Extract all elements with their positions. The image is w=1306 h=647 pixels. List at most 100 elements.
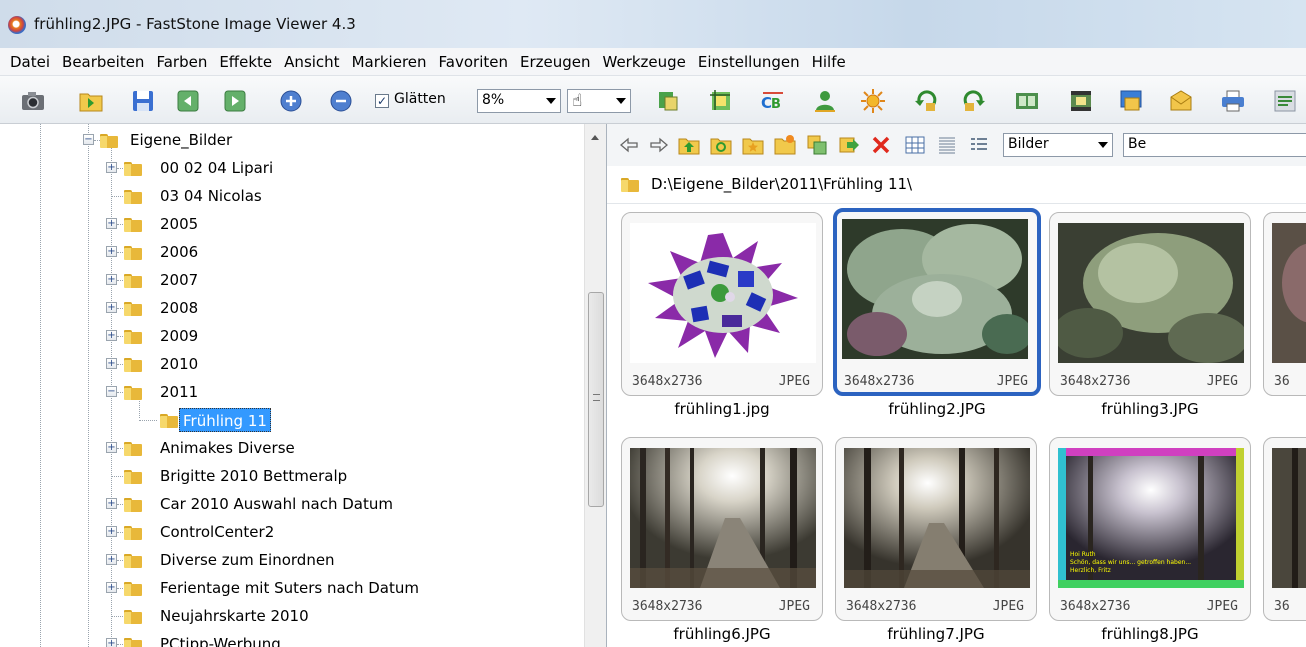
expand-icon[interactable]: + xyxy=(106,526,117,537)
zoom-out-icon[interactable] xyxy=(328,88,354,114)
tree-scrollbar[interactable] xyxy=(584,124,606,647)
move-to-icon[interactable] xyxy=(837,133,861,157)
thumbnail-card[interactable]: 3648x2736 JPEG xyxy=(835,437,1037,621)
details-view-icon[interactable] xyxy=(967,133,991,157)
thumbnail-filename[interactable]: frühling7.JPG xyxy=(835,625,1037,643)
expand-icon[interactable]: + xyxy=(106,498,117,509)
tree-node[interactable]: + 2007 xyxy=(0,267,580,295)
tree-node[interactable]: Brigitte 2010 Bettmeralp xyxy=(0,463,580,491)
compare-icon[interactable] xyxy=(1014,88,1040,114)
tree-node[interactable]: 03 04 Nicolas xyxy=(0,183,580,211)
menu-bearbeiten[interactable]: Bearbeiten xyxy=(56,48,150,76)
sun-effect-icon[interactable] xyxy=(860,88,886,114)
delete-icon[interactable] xyxy=(869,133,893,157)
expand-icon[interactable]: + xyxy=(106,162,117,173)
next-image-icon[interactable] xyxy=(222,88,248,114)
smooth-checkbox[interactable]: ✓ xyxy=(375,94,389,108)
expand-icon[interactable]: + xyxy=(106,274,117,285)
thumbnail-filename[interactable]: frühling1.jpg xyxy=(621,400,823,418)
settings-icon[interactable] xyxy=(1272,88,1298,114)
copy-to-icon[interactable] xyxy=(805,133,829,157)
thumbnail-card-selected[interactable]: 3648x2736 JPEG xyxy=(833,208,1041,396)
thumbnail-card[interactable]: Hoi Ruth Schön, dass wir uns... getroffe… xyxy=(1049,437,1251,621)
expand-icon[interactable]: + xyxy=(106,246,117,257)
menu-hilfe[interactable]: Hilfe xyxy=(806,48,852,76)
tree-node[interactable]: + PCtipp-Werbung xyxy=(0,631,580,647)
folder-tree[interactable]: − Eigene_Bilder + 00 02 04 Lipari 03 04 … xyxy=(0,124,606,647)
tree-node[interactable]: + 2005 xyxy=(0,211,580,239)
tree-node[interactable]: + Car 2010 Auswahl nach Datum xyxy=(0,491,580,519)
expand-icon[interactable]: + xyxy=(106,582,117,593)
tree-node[interactable]: Neujahrskarte 2010 xyxy=(0,603,580,631)
previous-image-icon[interactable] xyxy=(175,88,201,114)
collapse-icon[interactable]: − xyxy=(83,134,94,145)
path-bar[interactable]: D:\Eigene_Bilder\2011\Frühling 11\ xyxy=(607,166,1306,204)
menu-datei[interactable]: Datei xyxy=(4,48,56,76)
menu-favoriten[interactable]: Favoriten xyxy=(433,48,514,76)
menu-markieren[interactable]: Markieren xyxy=(346,48,433,76)
save-icon[interactable] xyxy=(130,88,156,114)
filter-select[interactable]: Bilder xyxy=(1003,133,1113,157)
tree-node[interactable]: + 00 02 04 Lipari xyxy=(0,155,580,183)
new-folder-icon[interactable] xyxy=(773,133,797,157)
expand-icon[interactable]: + xyxy=(106,302,117,313)
zoom-in-icon[interactable] xyxy=(278,88,304,114)
menu-einstellungen[interactable]: Einstellungen xyxy=(692,48,806,76)
scroll-up-icon[interactable] xyxy=(591,135,599,140)
thumbnail-card-partial[interactable]: 36 xyxy=(1263,437,1306,621)
scroll-thumb[interactable] xyxy=(588,292,604,507)
tree-node-selected[interactable]: Frühling 11 xyxy=(0,407,580,435)
menu-effekte[interactable]: Effekte xyxy=(213,48,278,76)
collapse-icon[interactable]: − xyxy=(106,386,117,397)
rotate-right-icon[interactable] xyxy=(962,88,988,114)
thumbnail-card[interactable]: 3648x2736 JPEG xyxy=(621,437,823,621)
app-icon[interactable] xyxy=(8,16,26,34)
crop-icon[interactable] xyxy=(708,88,734,114)
tree-node[interactable]: + 2008 xyxy=(0,295,580,323)
favorites-folder-icon[interactable] xyxy=(741,133,765,157)
tree-node[interactable]: + 2009 xyxy=(0,323,580,351)
tree-node[interactable]: + 2010 xyxy=(0,351,580,379)
email-icon[interactable] xyxy=(1168,88,1194,114)
menu-ansicht[interactable]: Ansicht xyxy=(278,48,345,76)
thumbnail-card-partial[interactable]: 36 xyxy=(1263,212,1306,396)
slideshow-icon[interactable] xyxy=(1068,88,1094,114)
tree-node[interactable]: + 2006 xyxy=(0,239,580,267)
wallpaper-icon[interactable] xyxy=(1118,88,1144,114)
folder-up-icon[interactable] xyxy=(677,133,701,157)
forward-arrow-icon[interactable] xyxy=(647,133,671,157)
back-arrow-icon[interactable] xyxy=(617,133,641,157)
refresh-folder-icon[interactable] xyxy=(709,133,733,157)
thumbnail-filename[interactable]: frühling6.JPG xyxy=(621,625,823,643)
color-balance-icon[interactable]: CB xyxy=(760,88,786,114)
mouse-mode-select[interactable]: ☝ xyxy=(567,89,631,113)
rotate-left-icon[interactable] xyxy=(912,88,938,114)
expand-icon[interactable]: + xyxy=(106,330,117,341)
zoom-select[interactable]: 8% xyxy=(477,89,561,113)
thumbnail-filename[interactable]: frühling8.JPG xyxy=(1049,625,1251,643)
print-icon[interactable] xyxy=(1220,88,1246,114)
thumbnail-view-icon[interactable] xyxy=(903,133,927,157)
tree-node[interactable]: + Animakes Diverse xyxy=(0,435,580,463)
thumbnail-filename[interactable]: frühling2.JPG xyxy=(836,400,1038,418)
menu-werkzeuge[interactable]: Werkzeuge xyxy=(597,48,692,76)
thumbnail-card[interactable]: 3648x2736 JPEG xyxy=(621,212,823,396)
camera-icon[interactable] xyxy=(20,88,46,114)
tree-node[interactable]: − 2011 xyxy=(0,379,580,407)
user-icon[interactable] xyxy=(812,88,838,114)
expand-icon[interactable]: + xyxy=(106,442,117,453)
tree-node-root[interactable]: − Eigene_Bilder xyxy=(0,127,580,155)
tree-node[interactable]: + ControlCenter2 xyxy=(0,519,580,547)
tree-node[interactable]: + Diverse zum Einordnen xyxy=(0,547,580,575)
thumbnail-filename[interactable]: frühling3.JPG xyxy=(1049,400,1251,418)
expand-icon[interactable]: + xyxy=(106,554,117,565)
menu-erzeugen[interactable]: Erzeugen xyxy=(514,48,597,76)
sort-select[interactable]: Be xyxy=(1123,133,1306,157)
resize-icon[interactable] xyxy=(655,88,681,114)
expand-icon[interactable]: + xyxy=(106,358,117,369)
expand-icon[interactable]: + xyxy=(106,638,117,647)
menu-farben[interactable]: Farben xyxy=(150,48,213,76)
tree-node[interactable]: + Ferientage mit Suters nach Datum xyxy=(0,575,580,603)
open-folder-icon[interactable] xyxy=(78,88,104,114)
expand-icon[interactable]: + xyxy=(106,218,117,229)
